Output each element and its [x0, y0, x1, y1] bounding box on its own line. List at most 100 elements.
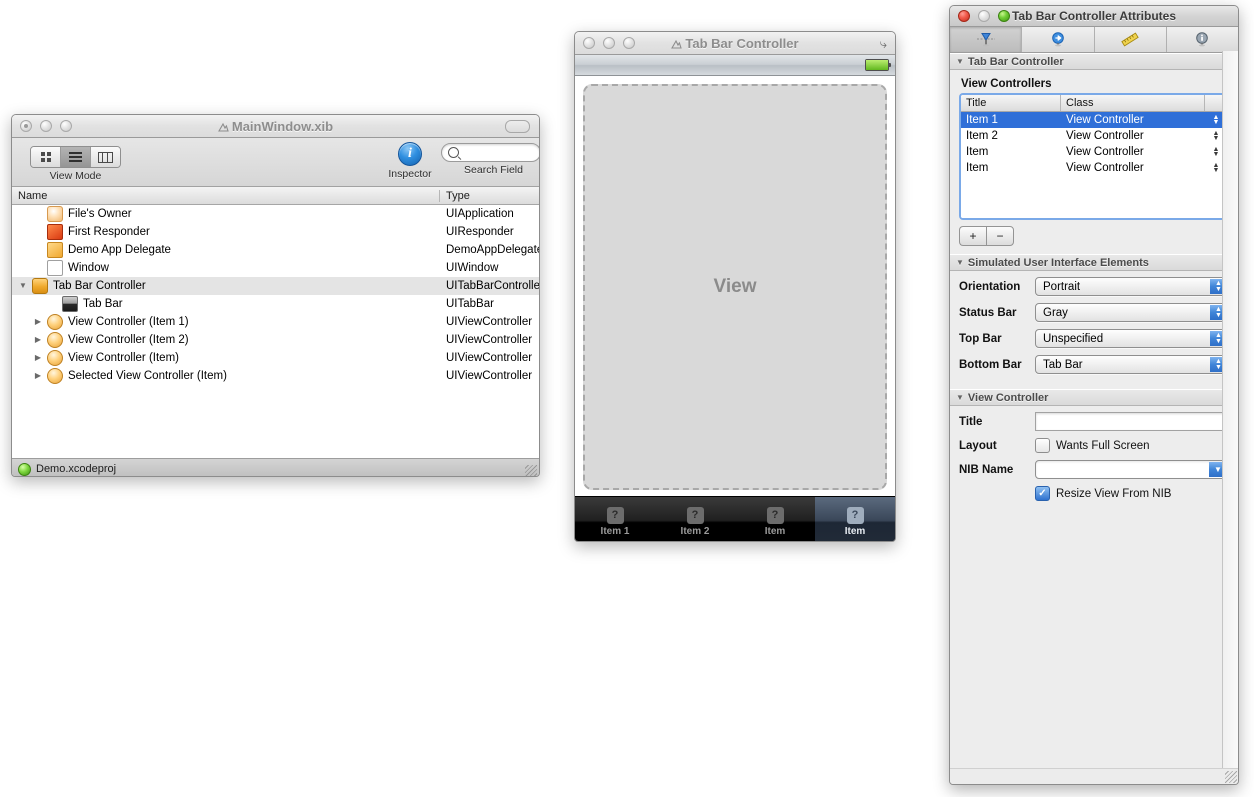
- outline-table[interactable]: File's OwnerUIApplicationFirst Responder…: [12, 205, 539, 458]
- document-window-titlebar[interactable]: MainWindow.xib: [12, 115, 539, 138]
- outline-row[interactable]: Selected View Controller (Item)UIViewCon…: [12, 367, 539, 385]
- stepper-icon[interactable]: ▲▼: [1213, 147, 1220, 157]
- view-controller-row[interactable]: ItemView Controller ▲▼: [961, 144, 1227, 160]
- minimize-button[interactable]: [40, 120, 52, 132]
- outline-row[interactable]: WindowUIWindow: [12, 259, 539, 277]
- stepper-icon[interactable]: ▲▼: [1213, 115, 1220, 125]
- resize-view-control[interactable]: Resize View From NIB: [1035, 486, 1171, 501]
- outline-row[interactable]: Tab BarUITabBar: [12, 295, 539, 313]
- search-toolbar-item[interactable]: Search Field: [441, 143, 540, 176]
- info-circle-icon[interactable]: i: [398, 142, 422, 166]
- wants-full-screen-checkbox[interactable]: [1035, 438, 1050, 453]
- size-tab[interactable]: [1095, 27, 1167, 52]
- close-button[interactable]: [583, 37, 595, 49]
- inspector-window-controls[interactable]: [950, 10, 1010, 22]
- view-controllers-table-header[interactable]: Title Class: [961, 95, 1227, 112]
- section-header-view-controller[interactable]: ▼ View Controller: [950, 389, 1238, 406]
- resize-grip[interactable]: [525, 465, 537, 477]
- resize-grip[interactable]: [1225, 771, 1237, 783]
- tab-bar-item[interactable]: ?Item: [735, 497, 815, 542]
- list-view-segment[interactable]: [61, 147, 91, 167]
- field-popup[interactable]: Gray▲▼: [1035, 303, 1229, 322]
- connections-tab[interactable]: [1022, 27, 1094, 52]
- simulator-titlebar[interactable]: Tab Bar Controller ⤷: [575, 32, 895, 55]
- section-header-simulated-ui[interactable]: ▼ Simulated User Interface Elements: [950, 254, 1238, 271]
- resize-arrow-icon[interactable]: ⤷: [880, 36, 887, 52]
- outline-column-name[interactable]: Name: [12, 190, 440, 202]
- disclosure-triangle[interactable]: [33, 318, 43, 326]
- view-placeholder[interactable]: View: [583, 84, 887, 490]
- close-button[interactable]: [20, 120, 32, 132]
- disclosure-triangle[interactable]: [33, 336, 43, 344]
- remove-view-controller-button[interactable]: −: [986, 226, 1014, 246]
- outline-header[interactable]: Name Type: [12, 187, 539, 205]
- close-button[interactable]: [958, 10, 970, 22]
- design-canvas[interactable]: View: [575, 76, 895, 496]
- stepper-icon[interactable]: ▲▼: [1213, 131, 1220, 141]
- disclosure-triangle[interactable]: [33, 372, 43, 380]
- zoom-button[interactable]: [60, 120, 72, 132]
- view-mode-control[interactable]: View Mode: [30, 143, 121, 182]
- tab-bar-item[interactable]: ?Item: [815, 497, 895, 542]
- search-input[interactable]: [463, 146, 534, 160]
- row-title[interactable]: Item 1: [961, 114, 1061, 126]
- view-controllers-table[interactable]: Title Class Item 1View Controller▲▼Item …: [959, 93, 1229, 220]
- inspector-toolbar-item[interactable]: i Inspector: [383, 142, 437, 180]
- title-input[interactable]: [1035, 412, 1229, 431]
- column-class[interactable]: Class: [1061, 95, 1205, 111]
- disclosure-triangle[interactable]: [33, 354, 43, 362]
- row-title[interactable]: Item: [961, 146, 1061, 158]
- tab-bar-item[interactable]: ?Item 2: [655, 497, 735, 542]
- view-controllers-table-body[interactable]: Item 1View Controller▲▼Item 2View Contro…: [961, 112, 1227, 218]
- zoom-button[interactable]: [998, 10, 1010, 22]
- column-title[interactable]: Title: [961, 95, 1061, 111]
- search-field[interactable]: [441, 143, 540, 162]
- view-mode-segmented[interactable]: [30, 146, 121, 168]
- field-popup[interactable]: Portrait▲▼: [1035, 277, 1229, 296]
- row-class[interactable]: View Controller: [1061, 130, 1205, 142]
- view-controller-row[interactable]: Item 1View Controller ▲▼: [961, 112, 1227, 128]
- tab-bar-item[interactable]: ?Item 1: [575, 497, 655, 542]
- add-view-controller-button[interactable]: +: [959, 226, 986, 246]
- icon-view-segment[interactable]: [31, 147, 61, 167]
- window-controls[interactable]: [12, 120, 72, 132]
- field-popup[interactable]: Tab Bar▲▼: [1035, 355, 1229, 374]
- outline-row[interactable]: Tab Bar ControllerUITabBarController: [12, 277, 539, 295]
- field-popup[interactable]: Unspecified▲▼: [1035, 329, 1229, 348]
- column-view-segment[interactable]: [91, 147, 120, 167]
- outline-row[interactable]: View Controller (Item 2)UIViewController: [12, 331, 539, 349]
- add-remove-controls[interactable]: + −: [959, 226, 1229, 246]
- outline-row[interactable]: Demo App DelegateDemoAppDelegate: [12, 241, 539, 259]
- stepper-icon[interactable]: ▲▼: [1213, 163, 1220, 173]
- outline-row[interactable]: First ResponderUIResponder: [12, 223, 539, 241]
- inspector-tab-bar[interactable]: [950, 27, 1238, 53]
- view-controller-row[interactable]: Item 2View Controller ▲▼: [961, 128, 1227, 144]
- attributes-tab[interactable]: [950, 27, 1022, 52]
- outline-row[interactable]: View Controller (Item 1)UIViewController: [12, 313, 539, 331]
- row-class[interactable]: View Controller: [1061, 146, 1205, 158]
- document-toolbar[interactable]: View Mode i Inspector Search Field: [12, 138, 539, 187]
- simulator-window[interactable]: Tab Bar Controller ⤷ View ?Item 1?Item 2…: [574, 31, 896, 542]
- row-title[interactable]: Item: [961, 162, 1061, 174]
- ios-tab-bar[interactable]: ?Item 1?Item 2?Item?Item: [575, 496, 895, 542]
- zoom-button[interactable]: [623, 37, 635, 49]
- disclosure-triangle[interactable]: [18, 282, 28, 290]
- outline-row[interactable]: View Controller (Item)UIViewController: [12, 349, 539, 367]
- inspector-titlebar[interactable]: Tab Bar Controller Attributes: [950, 6, 1238, 27]
- identity-tab[interactable]: [1167, 27, 1238, 52]
- inspector-window[interactable]: Tab Bar Controller Attributes: [949, 5, 1239, 785]
- resize-view-checkbox[interactable]: [1035, 486, 1050, 501]
- section-header-tab-bar-controller[interactable]: ▼ Tab Bar Controller: [950, 53, 1238, 70]
- nib-name-combo[interactable]: ▼: [1035, 460, 1229, 479]
- outline-row[interactable]: File's OwnerUIApplication: [12, 205, 539, 223]
- row-class[interactable]: View Controller: [1061, 114, 1205, 126]
- simulator-window-controls[interactable]: [575, 37, 635, 49]
- document-window[interactable]: MainWindow.xib View Mode: [11, 114, 540, 477]
- wants-full-screen-control[interactable]: Wants Full Screen: [1035, 438, 1150, 453]
- minimize-button[interactable]: [978, 10, 990, 22]
- row-class[interactable]: View Controller: [1061, 162, 1205, 174]
- outline-column-type[interactable]: Type: [440, 190, 539, 202]
- minimize-button[interactable]: [603, 37, 615, 49]
- view-controller-row[interactable]: ItemView Controller ▲▼: [961, 160, 1227, 176]
- row-title[interactable]: Item 2: [961, 130, 1061, 142]
